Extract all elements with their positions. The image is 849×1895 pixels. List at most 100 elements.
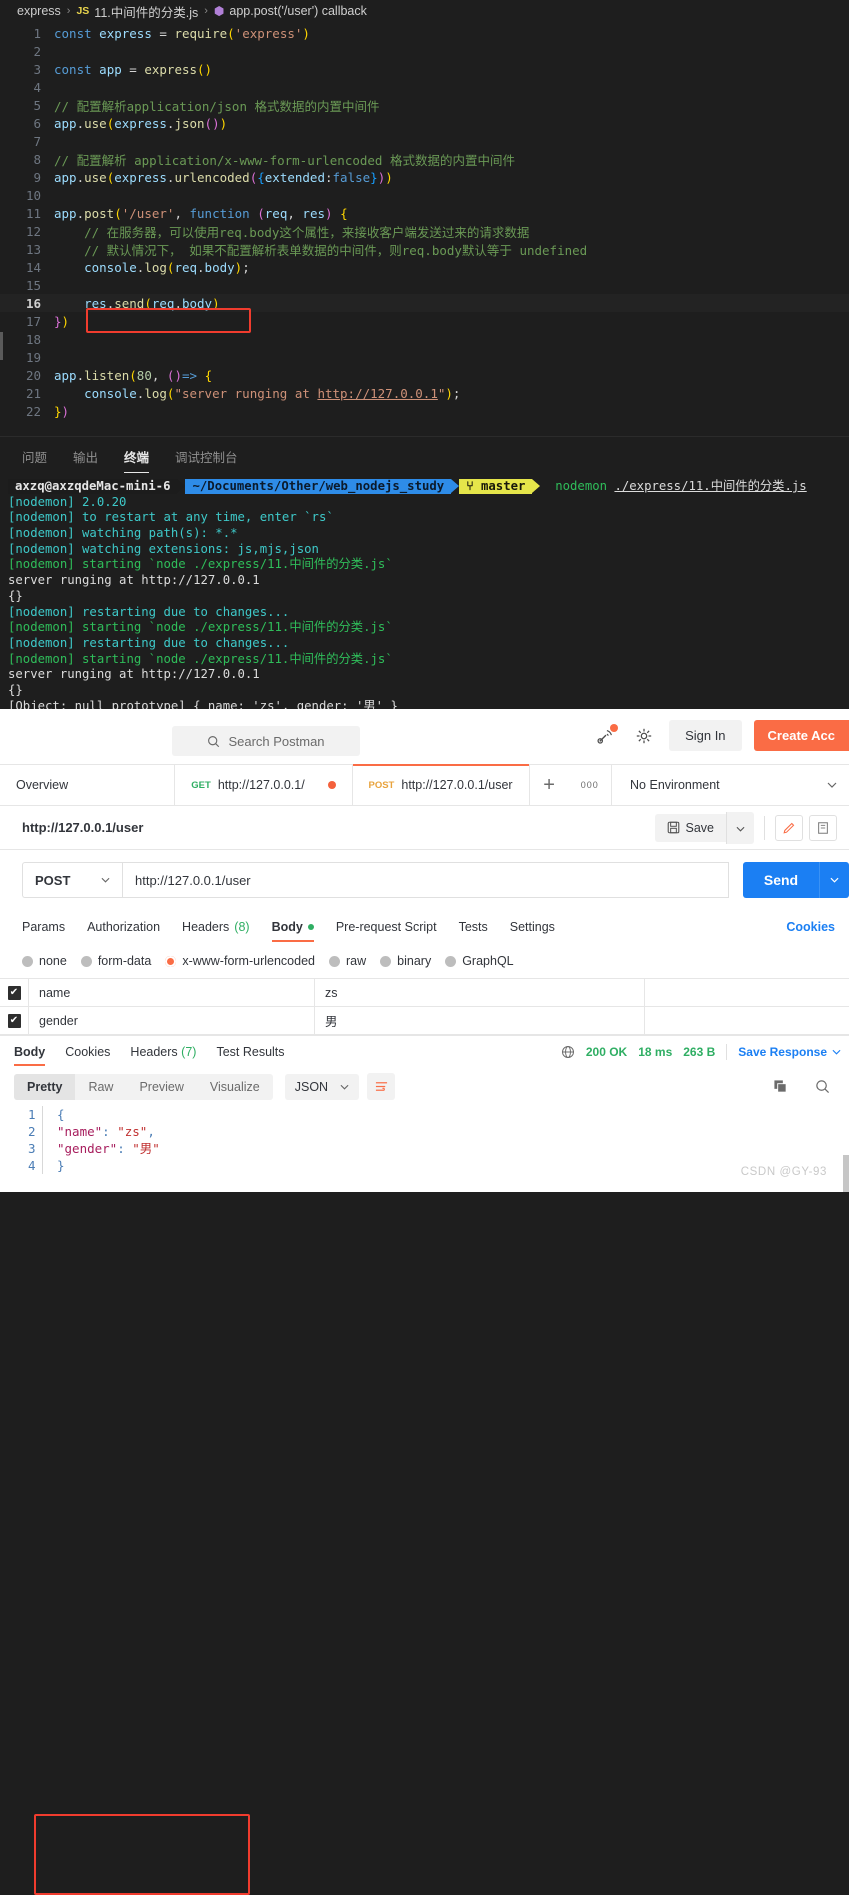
- code-line[interactable]: 22}): [0, 402, 849, 420]
- chevron-down-icon: [830, 877, 839, 883]
- row-checkbox[interactable]: ✔: [0, 1007, 28, 1034]
- table-row[interactable]: ✔ gender 男: [0, 1007, 849, 1035]
- code-line[interactable]: 14 console.log(req.body);: [0, 258, 849, 276]
- search-input[interactable]: Search Postman: [172, 726, 360, 756]
- code-line[interactable]: 3 const app = express(): [0, 60, 849, 78]
- json-line-number: 2: [28, 1124, 36, 1139]
- response-tab[interactable]: Test Results: [216, 1038, 284, 1066]
- send-dropdown-button[interactable]: [819, 862, 849, 898]
- code-editor[interactable]: 1 const express = require('express') 2 3 co…: [0, 22, 849, 436]
- code-line[interactable]: 15: [0, 276, 849, 294]
- body-type-binary[interactable]: binary: [380, 954, 431, 968]
- comment-button[interactable]: [809, 814, 837, 841]
- code-line[interactable]: 2: [0, 42, 849, 60]
- request-subtab-1[interactable]: Authorization: [87, 912, 160, 942]
- panel-tab-0[interactable]: 问题: [22, 447, 47, 473]
- search-response-icon[interactable]: [809, 1074, 835, 1100]
- environment-select[interactable]: No Environment: [611, 765, 849, 805]
- panel-tab-2[interactable]: 终端: [124, 447, 150, 473]
- view-tab-pretty[interactable]: Pretty: [14, 1073, 76, 1100]
- status-badge: 200 OK: [585, 1044, 628, 1059]
- save-response-button[interactable]: Save Response: [738, 1045, 841, 1059]
- code-line[interactable]: 17}): [0, 312, 849, 330]
- code-line[interactable]: 5 // 配置解析application/json 格式数据的内置中间件: [0, 96, 849, 114]
- body-type-x-www-form-urlencoded[interactable]: x-www-form-urlencoded: [165, 954, 315, 968]
- edit-pencil-button[interactable]: [775, 814, 803, 841]
- line-content: [54, 332, 62, 347]
- code-line[interactable]: 8 // 配置解析 application/x-www-form-urlencod…: [0, 150, 849, 168]
- code-line[interactable]: 16 res.send(req.body): [0, 294, 849, 312]
- code-line[interactable]: 21 console.log("server runging at http:/…: [0, 384, 849, 402]
- code-line[interactable]: 11 app.post('/user', function (req, res) …: [0, 204, 849, 222]
- request-subtab-0[interactable]: Params: [22, 912, 65, 942]
- request-subtab-3[interactable]: Body: [271, 912, 315, 942]
- row-key[interactable]: gender: [28, 1007, 314, 1034]
- create-account-button[interactable]: Create Acc: [753, 720, 849, 751]
- row-description[interactable]: [644, 979, 849, 1006]
- row-checkbox[interactable]: ✔: [0, 979, 28, 1006]
- breadcrumb-file[interactable]: 11.中间件的分类.js: [94, 2, 198, 21]
- url-input[interactable]: http://127.0.0.1/user: [122, 862, 729, 898]
- response-tab[interactable]: Headers (7): [130, 1038, 196, 1066]
- request-subtab-5[interactable]: Tests: [459, 912, 488, 942]
- breadcrumb-root[interactable]: express: [17, 4, 61, 18]
- view-tab-visualize[interactable]: Visualize: [196, 1073, 273, 1100]
- subtab-count: (8): [234, 920, 250, 934]
- body-type-form-data[interactable]: form-data: [80, 954, 151, 968]
- response-tab[interactable]: Body: [14, 1038, 46, 1066]
- request-tab-0[interactable]: Overview: [0, 765, 176, 805]
- request-tab-1[interactable]: GET http://127.0.0.1/: [175, 765, 353, 805]
- code-line[interactable]: 19: [0, 348, 849, 366]
- code-line[interactable]: 1 const express = require('express'): [0, 24, 849, 42]
- code-line[interactable]: 12 // 在服务器，可以使用req.body这个属性，来接收客户端发送过来的请…: [0, 222, 849, 240]
- row-value[interactable]: 男: [314, 1007, 644, 1034]
- new-tab-button[interactable]: +: [530, 765, 569, 805]
- code-line[interactable]: 4: [0, 78, 849, 96]
- code-line[interactable]: 18: [0, 330, 849, 348]
- line-content: console.log("server runging at http://12…: [84, 385, 461, 401]
- breadcrumb[interactable]: express › JS 11.中间件的分类.js › ⬢ app.post('…: [0, 0, 849, 22]
- code-line[interactable]: 10: [0, 186, 849, 204]
- json-line: 4}: [14, 1157, 849, 1174]
- request-subtab-4[interactable]: Pre-request Script: [336, 912, 437, 942]
- satellite-icon[interactable]: [593, 723, 619, 749]
- response-body-json[interactable]: 1{2 "name": "zs", 3 "gender": "男" 4}: [0, 1106, 849, 1174]
- response-view-bar: Pretty Raw Preview Visualize JSON: [0, 1067, 849, 1106]
- terminal-output[interactable]: axzq@axzqdeMac-mini-6 ~/Documents/Other/w…: [0, 473, 849, 730]
- row-key[interactable]: name: [28, 979, 314, 1006]
- breadcrumb-symbol[interactable]: app.post('/user') callback: [229, 4, 366, 18]
- table-row[interactable]: ✔ name zs: [0, 979, 849, 1007]
- request-subtab-6[interactable]: Settings: [510, 912, 555, 942]
- code-line[interactable]: 7: [0, 132, 849, 150]
- panel-tab-3[interactable]: 调试控制台: [175, 447, 238, 473]
- format-select[interactable]: JSON: [284, 1073, 360, 1100]
- scrollbar-thumb[interactable]: [843, 1155, 849, 1192]
- row-value[interactable]: zs: [314, 979, 644, 1006]
- panel-tab-1[interactable]: 输出: [73, 447, 98, 473]
- code-line[interactable]: 13 // 默认情况下， 如果不配置解析表单数据的中间件，则req.body默认…: [0, 240, 849, 258]
- body-type-GraphQL[interactable]: GraphQL: [445, 954, 514, 968]
- cookies-link[interactable]: Cookies: [786, 920, 835, 934]
- request-tab-2[interactable]: POST http://127.0.0.1/user: [352, 764, 530, 805]
- gear-icon[interactable]: [631, 723, 657, 749]
- row-description[interactable]: [644, 1007, 849, 1034]
- body-type-raw[interactable]: raw: [329, 954, 366, 968]
- wrap-lines-button[interactable]: [367, 1073, 396, 1100]
- breadcrumb-separator2-icon: ›: [204, 5, 208, 17]
- body-type-none[interactable]: none: [22, 954, 67, 968]
- code-line[interactable]: 9 app.use(express.urlencoded({extended:fa…: [0, 168, 849, 186]
- method-select[interactable]: POST: [22, 862, 122, 898]
- view-tab-raw[interactable]: Raw: [75, 1073, 127, 1100]
- view-tab-preview[interactable]: Preview: [126, 1073, 197, 1100]
- request-subtab-2[interactable]: Headers (8): [182, 912, 250, 942]
- save-dropdown-button[interactable]: [726, 811, 754, 844]
- code-line[interactable]: 6 app.use(express.json()): [0, 114, 849, 132]
- tab-more-button[interactable]: 000: [568, 765, 611, 805]
- copy-icon[interactable]: [767, 1074, 793, 1100]
- code-line[interactable]: 20 app.listen(80, ()=> {: [0, 366, 849, 384]
- sign-in-button[interactable]: Sign In: [669, 720, 742, 751]
- save-button[interactable]: Save: [654, 813, 726, 842]
- send-button[interactable]: Send: [743, 862, 819, 898]
- response-tab[interactable]: Cookies: [65, 1038, 110, 1066]
- terminal-line: {}: [8, 588, 23, 603]
